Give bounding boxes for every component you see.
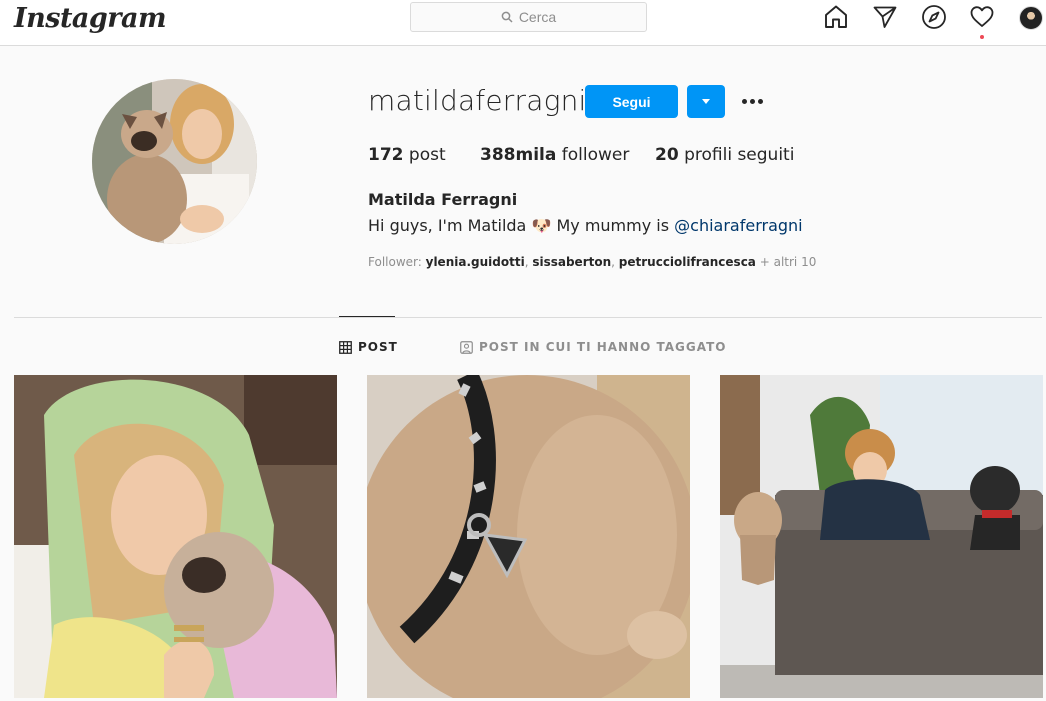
followed-by[interactable]: Follower: ylenia.guidotti, sissaberton, … (368, 255, 816, 269)
tab-posts-label: POST (358, 340, 398, 354)
search-input[interactable]: Cerca (410, 2, 647, 32)
post-image (367, 375, 690, 698)
profile-avatar[interactable] (1019, 6, 1043, 30)
tab-tagged[interactable]: POST IN CUI TI HANNO TAGGATO (460, 340, 727, 354)
bio-mention-link[interactable]: @chiaraferragni (674, 216, 802, 235)
home-icon[interactable] (823, 4, 849, 30)
followed-by-user[interactable]: sissaberton (532, 255, 611, 269)
posts-count: 172 (368, 145, 404, 165)
following-stat[interactable]: 20 profili seguiti (655, 145, 794, 165)
activity-icon[interactable] (969, 4, 995, 30)
post-thumbnail[interactable] (14, 375, 337, 698)
dot (749, 98, 755, 104)
search-icon (501, 11, 513, 23)
caret-down-icon (702, 99, 710, 104)
more-options-button[interactable] (737, 89, 767, 113)
suggestions-dropdown-button[interactable] (687, 85, 725, 118)
followers-stat[interactable]: 388mila follower (480, 145, 629, 165)
post-thumbnail[interactable] (720, 375, 1043, 698)
posts-label: post (408, 145, 446, 165)
post-image (720, 375, 1043, 698)
followed-by-user[interactable]: ylenia.guidotti (426, 255, 525, 269)
following-label: profili seguiti (684, 145, 795, 165)
followed-by-more: + altri 10 (759, 255, 817, 269)
instagram-logo[interactable]: Instagram (14, 3, 167, 34)
followers-count: 388mila (480, 145, 557, 165)
followed-by-label: Follower: (368, 255, 422, 269)
profile-full-name: Matilda Ferragni (368, 190, 518, 209)
bio-text: Hi guys, I'm Matilda 🐶 My mummy is (368, 216, 675, 235)
search-placeholder: Cerca (518, 9, 557, 25)
dot (741, 98, 747, 104)
dot (757, 98, 763, 104)
tabs-divider (14, 317, 1042, 318)
profile-username: matildaferragni (368, 84, 587, 117)
posts-count-stat: 172 post (368, 145, 446, 165)
notification-dot (980, 35, 984, 39)
tab-tagged-label: POST IN CUI TI HANNO TAGGATO (479, 340, 727, 354)
tagged-icon (460, 340, 473, 354)
profile-bio: Hi guys, I'm Matilda 🐶 My mummy is @chia… (368, 216, 803, 235)
tab-posts[interactable]: POST (339, 340, 398, 354)
top-navigation-bar: Instagram Cerca (0, 0, 1046, 46)
direct-icon[interactable] (872, 4, 898, 30)
grid-icon (339, 340, 352, 354)
profile-picture[interactable] (92, 79, 257, 244)
follow-button[interactable]: Segui (585, 85, 678, 118)
followers-label: follower (561, 145, 630, 165)
followed-by-user[interactable]: petrucciolifrancesca (619, 255, 756, 269)
following-count: 20 (655, 145, 679, 165)
active-tab-indicator (339, 316, 395, 317)
explore-icon[interactable] (921, 4, 947, 30)
post-thumbnail[interactable] (367, 375, 690, 698)
post-image (14, 375, 337, 698)
